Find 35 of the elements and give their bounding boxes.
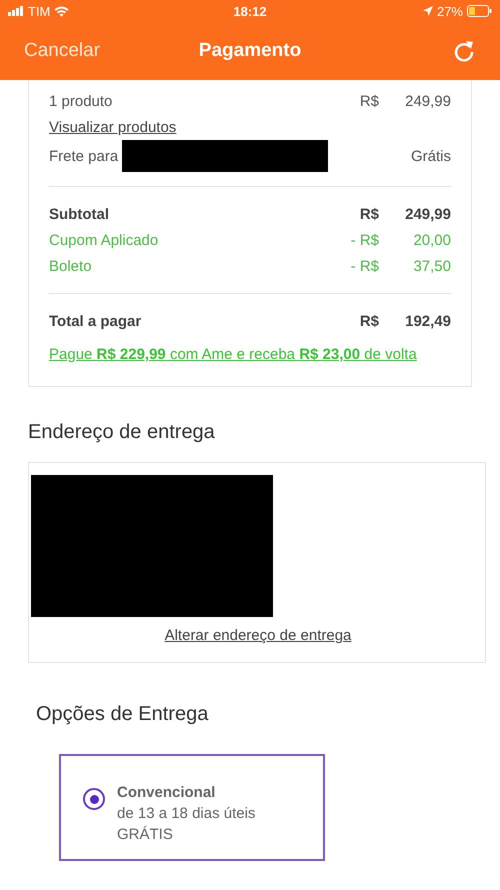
- location-arrow-icon: [422, 6, 433, 16]
- option-time: de 13 a 18 dias úteis: [117, 804, 256, 824]
- option-price: GRÁTIS: [117, 825, 174, 845]
- option-name: Convencional: [117, 783, 216, 803]
- radio-button[interactable]: [83, 788, 105, 810]
- total-label: Total a pagar: [49, 312, 142, 330]
- summary-label: Boleto: [49, 258, 92, 274]
- view-products-link[interactable]: Visualizar produtos: [49, 118, 176, 136]
- product-price: 249,99: [404, 92, 451, 110]
- currency-label: - R$: [350, 258, 379, 274]
- delivery-option[interactable]: Convencional de 13 a 18 dias úteis GRÁTIS: [59, 754, 325, 861]
- shipping-value: Grátis: [410, 148, 451, 164]
- section-heading: Endereço de entrega: [28, 421, 216, 444]
- currency-label: R$: [358, 206, 379, 222]
- total-amount: 192,49: [404, 312, 451, 330]
- battery-percent: 27%: [436, 4, 463, 18]
- summary-label: Cupom Aplicado: [49, 232, 158, 248]
- carrier-name: TIM: [28, 4, 50, 18]
- summary-amount: 20,00: [412, 232, 451, 248]
- change-address-link[interactable]: Alterar endereço de entrega: [164, 627, 352, 644]
- signal-icon: [8, 6, 24, 16]
- currency-label: - R$: [350, 232, 379, 248]
- battery-icon: [467, 5, 492, 17]
- product-count: 1 produto: [49, 92, 112, 110]
- section-heading: Opções de Entrega: [36, 703, 210, 726]
- wifi-icon: [54, 6, 70, 16]
- refresh-icon: [452, 39, 476, 63]
- summary-amount: 249,99: [404, 206, 451, 222]
- currency-label: R$: [358, 92, 379, 110]
- summary-label: Subtotal: [49, 206, 109, 222]
- status-time: 18:12: [233, 4, 267, 18]
- shipping-label: Frete para: [49, 148, 118, 164]
- page-title: Pagamento: [198, 40, 302, 62]
- currency-label: R$: [358, 312, 379, 330]
- summary-amount: 37,50: [412, 258, 451, 274]
